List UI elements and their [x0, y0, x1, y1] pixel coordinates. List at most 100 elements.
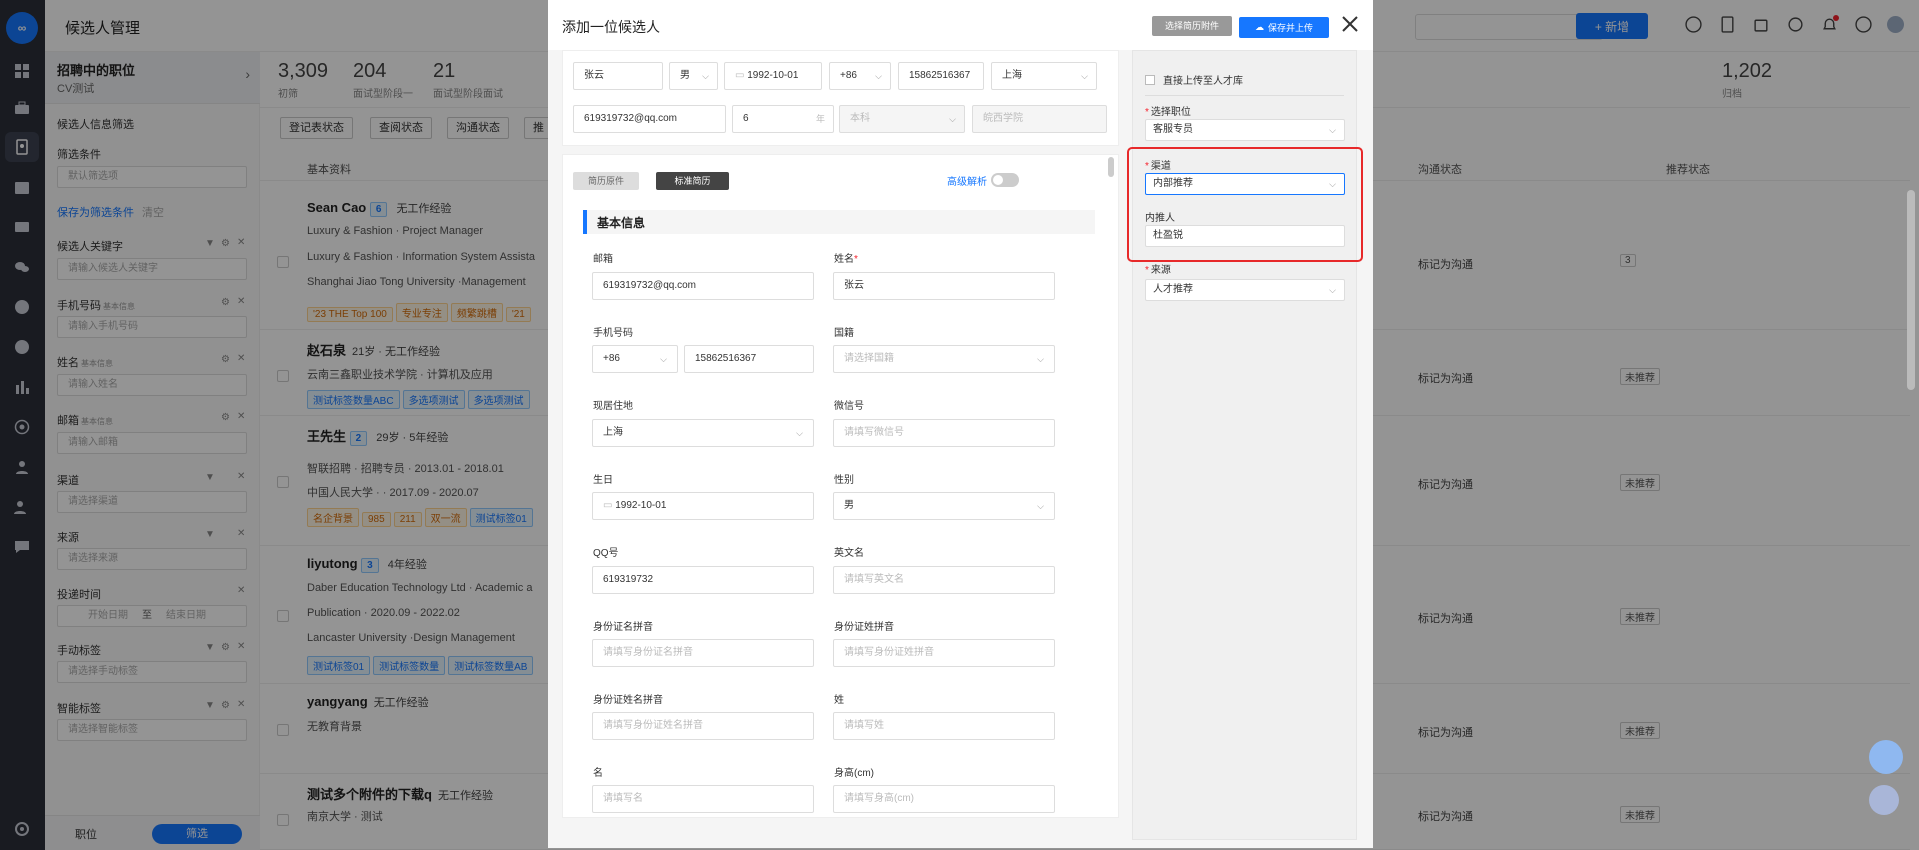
email-field[interactable]: 619319732@qq.com	[592, 272, 814, 300]
select-attachment-button[interactable]: 选择简历附件	[1152, 16, 1232, 36]
page-scrollbar[interactable]	[1907, 190, 1915, 390]
advanced-parse-toggle[interactable]	[991, 173, 1019, 187]
divider	[1145, 95, 1344, 96]
english-name-field[interactable]: 请填写英文名	[833, 566, 1055, 594]
quick-code-value: +86	[840, 70, 857, 81]
quick-name-input[interactable]: 张云	[573, 62, 663, 90]
name-label-text: 姓名	[834, 254, 854, 265]
checkbox-box	[1145, 75, 1155, 85]
phone-code-value: +86	[603, 353, 620, 364]
chevron-down-icon: ⌵	[875, 71, 882, 81]
chat-bubble-icon[interactable]	[1869, 740, 1903, 774]
wechat-label: 微信号	[834, 401, 864, 412]
email-label: 邮箱	[593, 254, 613, 265]
quick-phone-input[interactable]: 15862516367	[898, 62, 984, 90]
quick-school-input[interactable]: 皖西学院	[972, 105, 1107, 133]
chevron-down-icon: ⌵	[1081, 71, 1088, 81]
source-label: * 来源	[1145, 261, 1171, 276]
chevron-down-icon: ⌵	[949, 114, 956, 124]
quick-gender-select[interactable]: 男 ⌵	[669, 62, 718, 90]
required-mark: *	[1145, 265, 1149, 276]
chevron-down-icon: ⌵	[702, 71, 709, 81]
wechat-field[interactable]: 请填写微信号	[833, 419, 1055, 447]
quick-degree-select[interactable]: 本科 ⌵	[839, 105, 965, 133]
cloud-upload-icon: ☁	[1254, 22, 1264, 32]
position-value: 客服专员	[1153, 124, 1193, 135]
source-label-text: 来源	[1150, 265, 1171, 276]
phone-code-select[interactable]: +86 ⌵	[592, 345, 678, 373]
form-scrollbar[interactable]	[1108, 157, 1114, 177]
name-label: 姓名*	[834, 250, 858, 265]
direct-upload-label: 直接上传至人才库	[1163, 76, 1243, 87]
highlight-box	[1127, 147, 1363, 262]
modal-title: 添加一位候选人	[562, 19, 660, 35]
chevron-down-icon: ⌵	[1037, 354, 1044, 364]
quick-years-input[interactable]: 6年	[732, 105, 834, 133]
given-name-label: 名	[593, 768, 603, 779]
gender-label: 性别	[834, 475, 854, 486]
modal-header: 添加一位候选人 选择简历附件 ☁ 保存并上传	[548, 0, 1373, 50]
gender-select[interactable]: 男 ⌵	[833, 492, 1055, 520]
chevron-down-icon: ⌵	[1329, 125, 1336, 135]
tab-standard-resume[interactable]: 标准简历	[656, 172, 729, 190]
id-name-pinyin-field[interactable]: 请填写身份证名拼音	[592, 639, 814, 667]
id-fullname-pinyin-field[interactable]: 请填写身份证姓名拼音	[592, 712, 814, 740]
quick-years-value: 6	[743, 113, 749, 124]
id-fullname-pinyin-label: 身份证姓名拼音	[593, 695, 663, 706]
required-mark: *	[1145, 107, 1149, 118]
birthday-value: 1992-10-01	[615, 500, 667, 511]
chevron-down-icon: ⌵	[796, 428, 803, 438]
required-mark: *	[854, 254, 858, 265]
advanced-parse-label: 高级解析	[947, 177, 987, 188]
nationality-select[interactable]: 请选择国籍 ⌵	[833, 345, 1055, 373]
quick-email-input[interactable]: 619319732@qq.com	[573, 105, 726, 133]
position-select[interactable]: 客服专员 ⌵	[1145, 119, 1345, 141]
quick-code-select[interactable]: +86 ⌵	[829, 62, 891, 90]
phone-field[interactable]: 15862516367	[684, 345, 814, 373]
qq-field[interactable]: 619319732	[592, 566, 814, 594]
id-surname-pinyin-label: 身份证姓拼音	[834, 622, 894, 633]
assistant-robot-icon[interactable]	[1869, 785, 1899, 815]
surname-field[interactable]: 请填写姓	[833, 712, 1055, 740]
position-label-text: 选择职位	[1150, 107, 1191, 118]
add-candidate-modal: 添加一位候选人 选择简历附件 ☁ 保存并上传 张云 男 ⌵ ▭ 1992-10-01…	[548, 0, 1373, 848]
save-upload-button[interactable]: ☁ 保存并上传	[1239, 17, 1329, 38]
source-select[interactable]: 人才推荐 ⌵	[1145, 279, 1345, 301]
quick-city-select[interactable]: 上海 ⌵	[991, 62, 1097, 90]
quick-city-value: 上海	[1002, 70, 1022, 81]
chevron-down-icon: ⌵	[1037, 501, 1044, 511]
close-icon[interactable]	[1340, 14, 1360, 34]
birthday-field[interactable]: ▭ 1992-10-01	[592, 492, 814, 520]
chevron-down-icon: ⌵	[1329, 285, 1336, 295]
app-root: ∞ 候选人管理 + 新增 招聘中的职位 CV测试 › 候选人信息筛选 筛选条件 …	[0, 0, 1919, 850]
position-label: * 选择职位	[1145, 103, 1191, 118]
residence-select[interactable]: 上海 ⌵	[592, 419, 814, 447]
quick-info-form: 张云 男 ⌵ ▭ 1992-10-01 +86 ⌵ 15862516367 上海 ⌵ …	[562, 50, 1119, 146]
given-name-field[interactable]: 请填写名	[592, 785, 814, 813]
qq-label: QQ号	[593, 548, 619, 559]
quick-gender-value: 男	[680, 70, 690, 81]
resume-form-panel: 简历原件 标准简历 高级解析 基本信息 邮箱 619319732@qq.com …	[562, 154, 1119, 818]
id-surname-pinyin-field[interactable]: 请填写身份证姓拼音	[833, 639, 1055, 667]
quick-birthday-value: 1992-10-01	[747, 70, 799, 81]
gender-value: 男	[844, 500, 854, 511]
direct-upload-checkbox[interactable]: 直接上传至人才库	[1145, 72, 1243, 87]
id-name-pinyin-label: 身份证名拼音	[593, 622, 653, 633]
calendar-icon: ▭	[735, 70, 748, 81]
name-field[interactable]: 张云	[833, 272, 1055, 300]
section-title: 基本信息	[597, 216, 646, 230]
quick-degree-value: 本科	[850, 113, 870, 124]
surname-label: 姓	[834, 695, 844, 706]
source-value: 人才推荐	[1153, 284, 1193, 295]
quick-birthday-input[interactable]: ▭ 1992-10-01	[724, 62, 822, 90]
calendar-icon: ▭	[603, 500, 616, 511]
birthday-label: 生日	[593, 475, 613, 486]
nationality-placeholder: 请选择国籍	[844, 353, 894, 364]
residence-value: 上海	[603, 427, 623, 438]
residence-label: 现居住地	[593, 401, 633, 412]
years-unit: 年	[815, 114, 825, 124]
height-field[interactable]: 请填写身高(cm)	[833, 785, 1055, 813]
phone-label: 手机号码	[593, 328, 633, 339]
chevron-down-icon: ⌵	[660, 354, 667, 364]
tab-original-resume[interactable]: 简历原件	[573, 172, 639, 190]
